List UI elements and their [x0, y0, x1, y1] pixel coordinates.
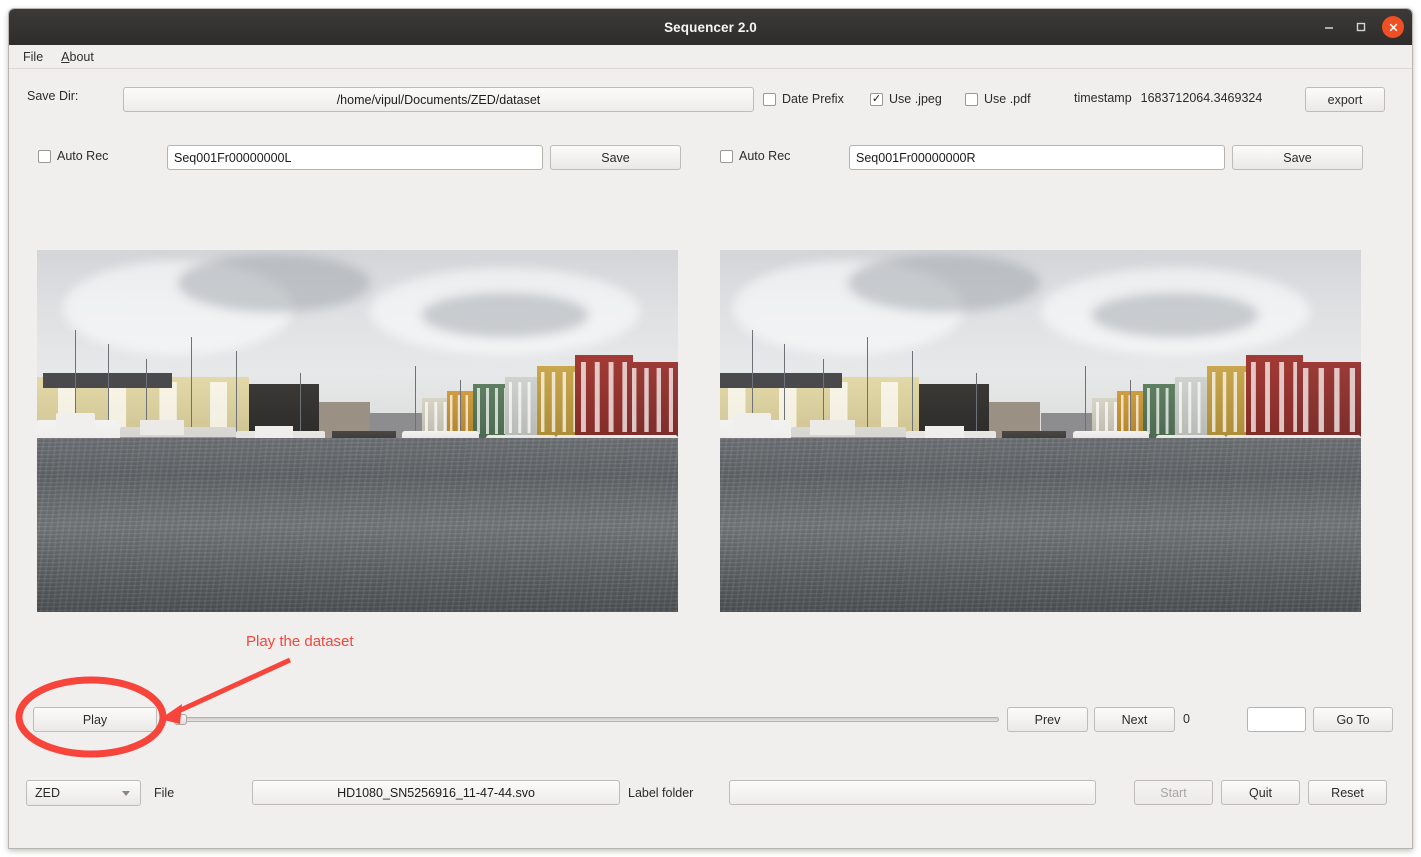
auto-rec-left-checkbox-box	[38, 149, 51, 163]
goto-input[interactable]	[1247, 707, 1306, 732]
goto-button[interactable]: Go To	[1313, 707, 1393, 732]
save-dir-label: Save Dir:	[27, 89, 79, 103]
date-prefix-checkbox-box	[763, 92, 776, 106]
auto-rec-right-checkbox-box	[720, 149, 733, 163]
boat-cabin	[139, 420, 185, 435]
right-save-button[interactable]: Save	[1232, 145, 1363, 170]
window-grid	[476, 388, 508, 434]
window-grid	[1303, 368, 1355, 433]
use-jpeg-checkbox[interactable]: ✓ Use .jpeg	[870, 92, 942, 106]
left-filename-input[interactable]: Seq001Fr00000000L	[167, 145, 543, 170]
timeline-slider-track[interactable]	[174, 714, 999, 725]
reset-button[interactable]: Reset	[1308, 780, 1387, 805]
boat-cabin	[809, 420, 855, 435]
cloud-shape	[178, 253, 371, 312]
file-label: File	[154, 786, 175, 800]
minimize-icon[interactable]	[1318, 16, 1340, 38]
window-grid	[1146, 388, 1178, 434]
mast-shape	[912, 351, 914, 439]
mast-shape	[867, 336, 869, 439]
file-path-button[interactable]: HD1080_SN5256916_11-47-44.svo	[252, 780, 620, 805]
window-grid	[631, 368, 673, 433]
window-grid	[541, 371, 578, 433]
next-button[interactable]: Next	[1094, 707, 1175, 732]
use-pdf-checkbox[interactable]: Use .pdf	[965, 92, 1031, 106]
auto-rec-right-label: Auto Rec	[739, 149, 791, 163]
source-select-value: ZED	[35, 786, 60, 800]
menu-item-about[interactable]: About	[61, 50, 94, 64]
use-pdf-checkbox-box	[965, 92, 978, 106]
window-controls	[1318, 9, 1404, 45]
window-grid	[1251, 361, 1298, 432]
save-dir-label-wrap: Save Dir:	[27, 89, 78, 103]
right-camera-preview[interactable]	[720, 250, 1361, 612]
right-filename-input[interactable]: Seq001Fr00000000R	[849, 145, 1225, 170]
cloud-shape	[1091, 293, 1259, 337]
use-pdf-label: Use .pdf	[984, 92, 1031, 106]
quit-button[interactable]: Quit	[1221, 780, 1300, 805]
boat-cabin	[56, 412, 95, 431]
building-shape	[1296, 362, 1361, 439]
left-preview-scene	[37, 250, 678, 612]
source-select[interactable]: ZED	[26, 780, 141, 806]
mast-shape	[235, 351, 237, 439]
mast-shape	[1130, 380, 1132, 439]
mast-shape	[415, 365, 417, 439]
building-shape	[626, 362, 678, 439]
cloud-shape	[421, 293, 589, 337]
auto-rec-right-checkbox[interactable]: Auto Rec	[720, 149, 790, 163]
water-region	[720, 438, 1361, 612]
label-folder-label: Label folder	[628, 786, 694, 800]
application-window: Sequencer 2.0 File About Save Dir: /home…	[8, 8, 1413, 849]
mast-shape	[299, 373, 301, 439]
prev-button[interactable]: Prev	[1007, 707, 1088, 732]
boat-cabin	[254, 425, 294, 439]
use-jpeg-label: Use .jpeg	[889, 92, 942, 106]
building-shape	[1245, 355, 1304, 439]
timestamp-label: timestamp	[1074, 91, 1132, 105]
timestamp-display: timestamp 1683712064.3469324	[1074, 91, 1262, 105]
chevron-down-icon	[122, 791, 130, 796]
use-jpeg-checkbox-box: ✓	[870, 92, 883, 106]
window-grid	[1178, 381, 1210, 434]
auto-rec-left-checkbox[interactable]: Auto Rec	[38, 149, 108, 163]
close-icon[interactable]	[1382, 16, 1404, 38]
water-region	[37, 438, 678, 612]
maximize-icon[interactable]	[1350, 16, 1372, 38]
window-grid	[508, 381, 540, 434]
boat-cabin	[925, 425, 964, 439]
auto-rec-left-label: Auto Rec	[57, 149, 109, 163]
date-prefix-checkbox[interactable]: Date Prefix	[763, 92, 844, 106]
start-button[interactable]: Start	[1134, 780, 1213, 805]
play-button[interactable]: Play	[33, 707, 157, 732]
menu-bar: File About	[9, 45, 1412, 69]
right-preview-scene	[720, 250, 1361, 612]
mast-shape	[460, 380, 462, 439]
label-folder-input[interactable]	[729, 780, 1096, 805]
mast-shape	[1085, 365, 1087, 439]
window-grid	[1211, 371, 1248, 433]
save-dir-input[interactable]: /home/vipul/Documents/ZED/dataset	[123, 87, 754, 112]
cloud-shape	[848, 253, 1041, 312]
frame-counter: 0	[1183, 712, 1190, 726]
export-button[interactable]: export	[1305, 87, 1385, 112]
timestamp-value: 1683712064.3469324	[1140, 91, 1263, 105]
boat-cabin	[732, 412, 772, 431]
timeline-slider-handle[interactable]	[174, 714, 187, 725]
title-bar: Sequencer 2.0	[9, 9, 1412, 45]
mast-shape	[976, 373, 978, 439]
mast-shape	[190, 336, 192, 439]
left-save-button[interactable]: Save	[550, 145, 681, 170]
date-prefix-label: Date Prefix	[782, 92, 844, 106]
building-shape	[575, 355, 634, 439]
window-grid	[581, 361, 628, 432]
left-camera-preview[interactable]	[37, 250, 678, 612]
window-title: Sequencer 2.0	[664, 19, 757, 35]
menu-item-file[interactable]: File	[23, 50, 43, 64]
